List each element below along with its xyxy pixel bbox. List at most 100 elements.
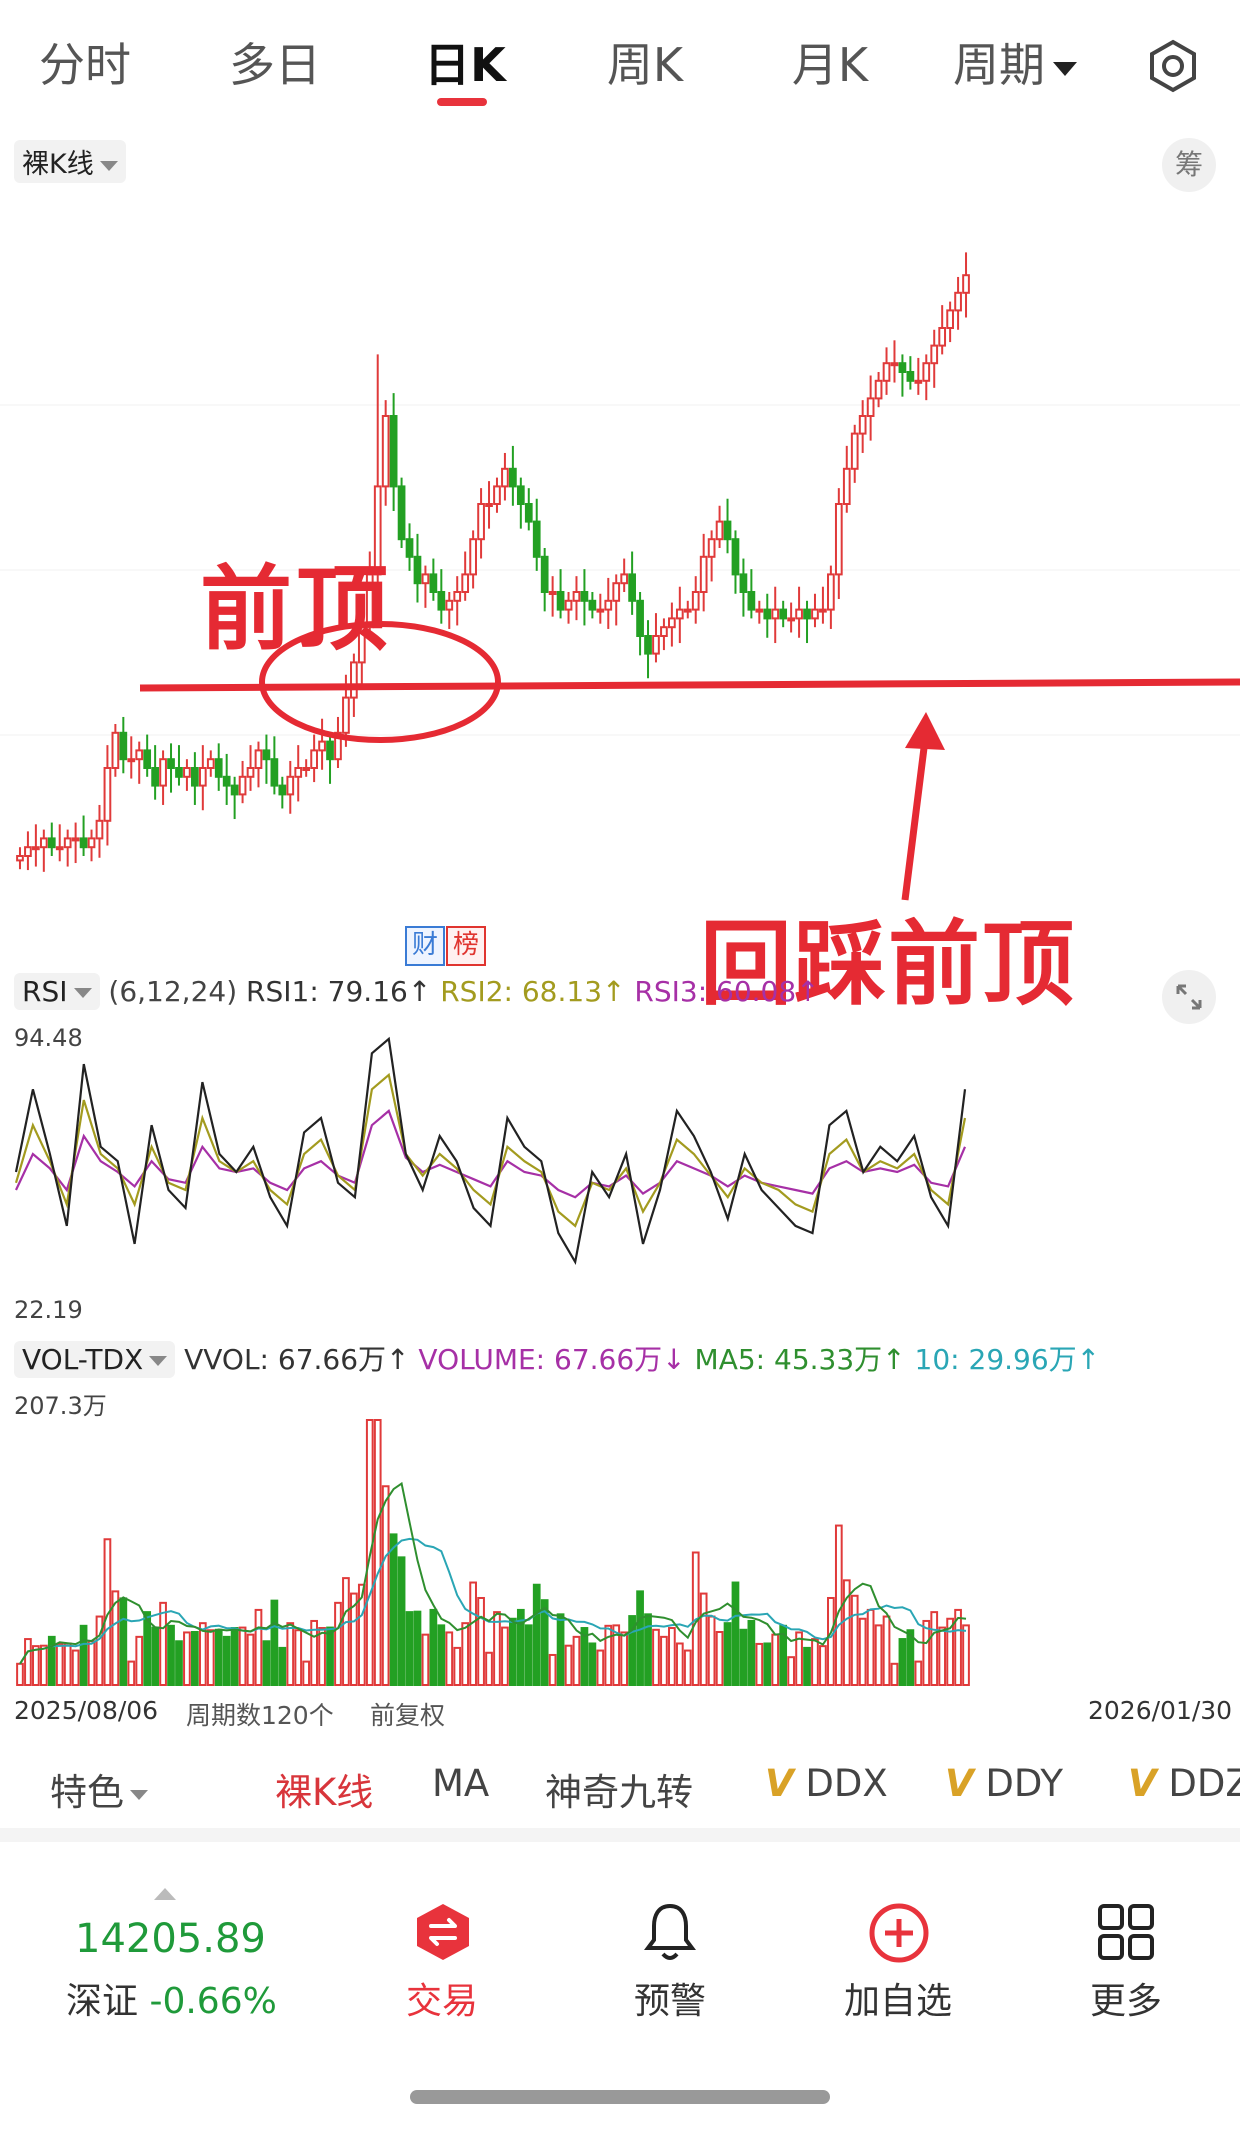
candle-body [747,591,756,611]
chevron-down-icon [99,160,118,171]
feature-magic-nine[interactable]: 神奇九转 [545,1762,693,1816]
candle-body [286,775,295,796]
ranking-badge[interactable]: 榜 [446,926,486,966]
more-button[interactable]: 更多 [1036,1972,1216,2024]
candle-body [604,599,613,611]
volume-bar [437,1624,446,1686]
volume-bar [87,1640,96,1686]
volume-bar [135,1635,144,1687]
candle-body [413,555,422,585]
grid-more-icon[interactable] [1096,1902,1156,1962]
candle-body [47,837,56,849]
candle-body [222,775,231,787]
volume-bar [334,1601,342,1687]
feature-ma[interactable]: MA [432,1762,489,1805]
trade-icon[interactable] [413,1902,473,1962]
candle-body [842,467,851,505]
vol-selector[interactable]: VOL-TDX [14,1341,176,1378]
volume-bar [246,1633,255,1686]
volume-bar [222,1635,231,1687]
volume-bar [524,1624,533,1686]
tab-period-dropdown[interactable]: 周期 [935,30,1095,100]
trade-button[interactable]: 交易 [352,1972,532,2024]
candle-body [16,855,24,862]
volume-bar [755,1642,764,1686]
volume-bar [294,1629,303,1687]
chevron-down-icon [73,988,92,998]
volume-bar [668,1627,676,1686]
index-info[interactable]: 深证 -0.66% [66,1972,277,2024]
feature-ddy[interactable]: V DDY [945,1762,1063,1805]
settings-icon[interactable] [1145,38,1201,94]
volume-bar [477,1596,485,1686]
volume-bar [405,1611,414,1686]
tab-duori[interactable]: 多日 [190,30,360,100]
tab-daily-k[interactable]: 日K [380,30,550,100]
candle-body [652,635,660,655]
volume-bar [278,1646,287,1686]
index-value[interactable]: 14205.89 [75,1916,266,1962]
candle-body [39,837,48,849]
volume-bar [342,1577,350,1686]
volume-bar [588,1642,597,1687]
feature-ddx[interactable]: V DDX [765,1762,888,1805]
candle-body [572,591,581,602]
volume-bar [914,1660,923,1687]
add-circle-icon[interactable] [868,1902,930,1964]
annotation-prev-top: 前顶 [200,556,393,663]
chart-type-selector[interactable]: 裸K线 [14,140,126,183]
feature-ddz[interactable]: V DDZ [1128,1762,1240,1805]
index-name: 深证 [66,1981,139,2022]
volume-bar [731,1581,740,1687]
volume-bar [707,1615,716,1687]
volume-bar [596,1649,605,1686]
rsi-selector[interactable]: RSI [14,973,100,1010]
volume-bar [127,1660,136,1687]
volume-bar [636,1590,644,1686]
news-badge[interactable]: 财 [405,926,445,966]
volume-bar [63,1642,72,1687]
volume-bar [763,1642,772,1687]
candle-body [532,520,541,558]
chip-distribution-button[interactable]: 筹 [1162,138,1216,192]
volume-bar [493,1611,501,1686]
candle-body [874,379,883,400]
v-badge-icon: V [765,1762,794,1805]
candle-body [493,485,501,505]
candle-body [763,608,772,620]
volume-bar [397,1556,406,1687]
volume-bar [214,1628,223,1687]
candle-body [564,599,573,611]
candle-body [111,731,120,769]
tab-weekly-k[interactable]: 周K [560,30,730,100]
chevron-down-icon [130,1789,148,1800]
volume-bar [898,1638,907,1687]
volume-bar [747,1619,756,1686]
feature-ddz-label: DDZ [1168,1762,1240,1805]
candle-body [254,749,263,770]
tab-monthly-k[interactable]: 月K [745,30,915,100]
tab-period-label: 周期 [953,38,1045,92]
alert-button[interactable]: 预警 [580,1972,760,2024]
rsi-params: (6,12,24) [108,975,238,1008]
volume-bar [652,1628,660,1687]
expand-icon[interactable] [1162,970,1216,1024]
candle-body [834,503,843,576]
add-watchlist-button[interactable]: 加自选 [808,1972,988,2024]
features-dropdown[interactable]: 特色 [50,1762,148,1816]
candle-body [103,767,112,822]
feature-naked-k[interactable]: 裸K线 [275,1762,373,1816]
index-up-arrow-icon [154,1888,176,1900]
tab-fenshi[interactable]: 分时 [0,30,170,100]
volume-bar [71,1649,80,1686]
bell-icon[interactable] [640,1900,700,1964]
adjust-type[interactable]: 前复权 [370,1696,445,1732]
candle-body [501,467,509,488]
volume-bar [79,1624,88,1686]
candle-body [556,591,565,611]
volume-bar [151,1626,159,1686]
candle-body [270,758,279,787]
candle-body [469,538,477,576]
candle-body [683,608,692,613]
ma10-value: 10: 29.96万↑ [914,1343,1101,1376]
